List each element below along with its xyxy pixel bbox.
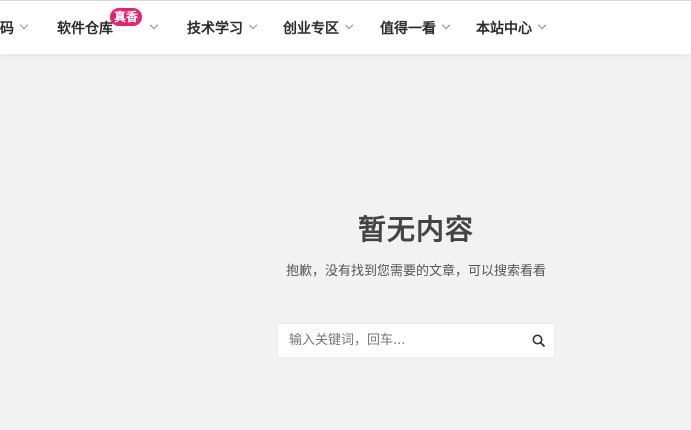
nav-item-label: 本站中心	[476, 21, 532, 37]
nav-item-label: 码	[0, 21, 14, 37]
nav-item-site-center[interactable]: 本站中心	[476, 1, 547, 55]
search-input[interactable]	[278, 324, 518, 357]
nav-item-label: 软件仓库	[57, 21, 113, 37]
chevron-down-icon	[149, 20, 159, 30]
chevron-down-icon	[441, 20, 451, 30]
empty-title: 暂无内容	[357, 213, 474, 246]
search-icon[interactable]	[530, 332, 548, 350]
nav-item-label: 技术学习	[187, 21, 243, 37]
nav-item-code[interactable]: 码	[0, 1, 29, 55]
search-box	[277, 323, 555, 358]
nav-item-label: 创业专区	[283, 21, 339, 37]
chevron-down-icon	[248, 20, 258, 30]
chevron-down-icon	[344, 20, 354, 30]
nav-item-worth[interactable]: 值得一看	[380, 1, 451, 55]
chevron-down-icon	[19, 20, 29, 30]
nav-item-software[interactable]: 软件仓库	[57, 1, 161, 55]
empty-subtitle: 抱歉，没有找到您需要的文章，可以搜索看看	[285, 264, 546, 279]
nav-item-label: 值得一看	[380, 21, 436, 37]
chevron-down-icon	[537, 20, 547, 30]
nav-item-startup[interactable]: 创业专区	[283, 1, 354, 55]
nav-badge: 真香	[110, 8, 143, 26]
top-nav: 码 软件仓库 真香 技术学习 创业专区 值得一看 本站中心	[0, 0, 691, 54]
nav-item-tech[interactable]: 技术学习	[187, 1, 258, 55]
